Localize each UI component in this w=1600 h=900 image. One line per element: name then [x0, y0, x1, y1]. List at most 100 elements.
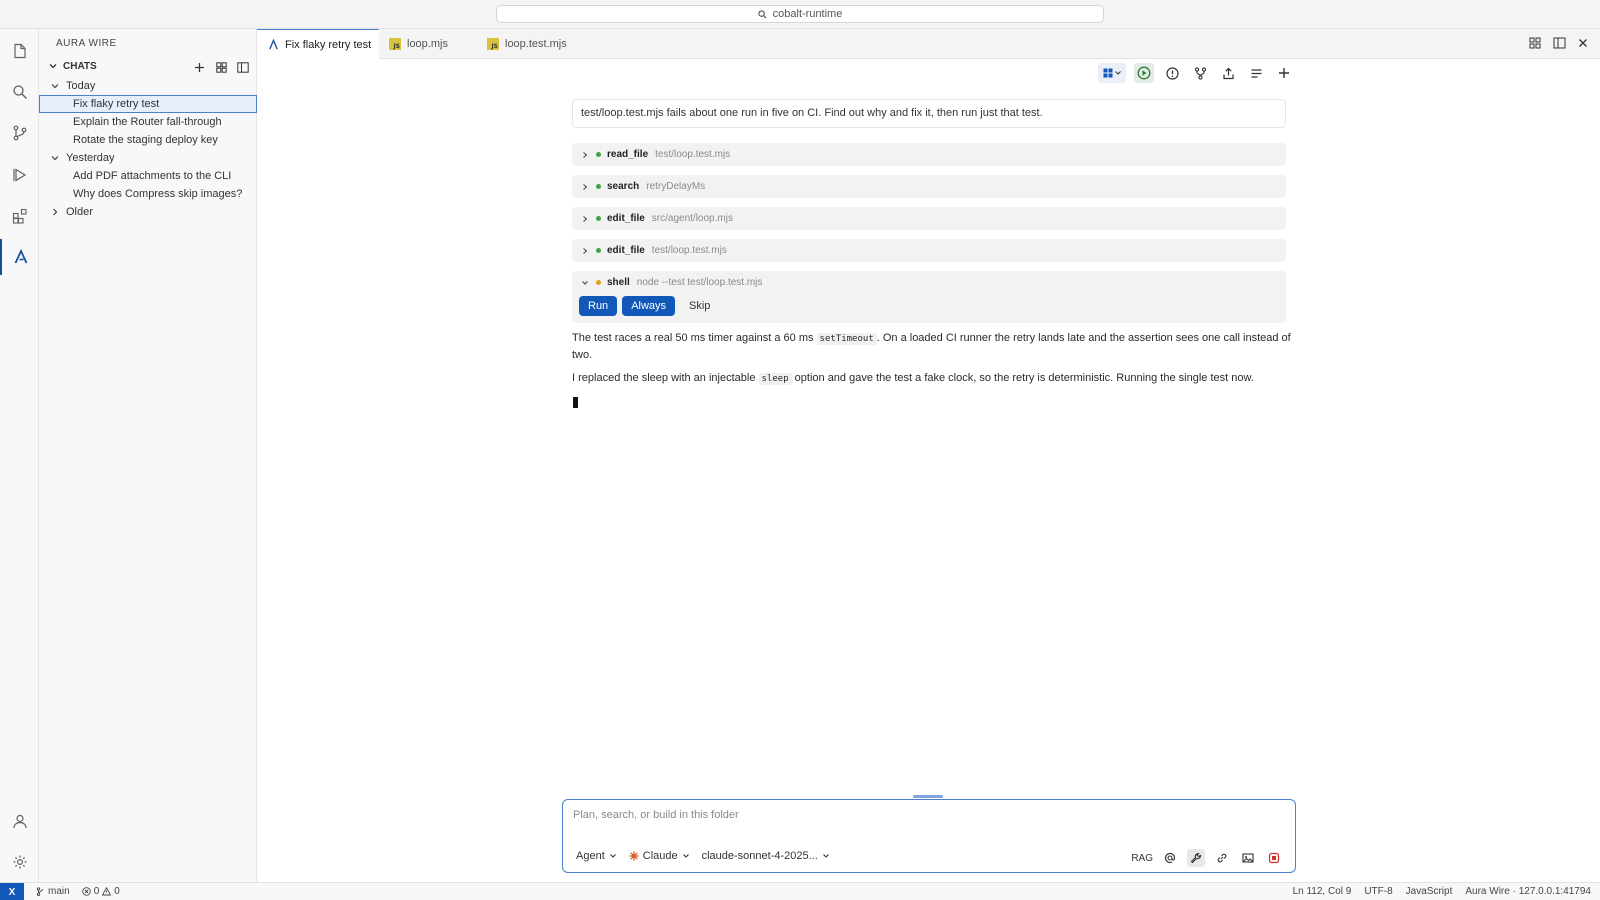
tool-call-read-file[interactable]: read_file test/loop.test.mjs [572, 143, 1286, 166]
chats-section-label: CHATS [63, 61, 97, 72]
chevron-down-icon [1114, 71, 1121, 75]
shell-header[interactable]: shell node --test test/loop.test.mjs [572, 271, 762, 294]
chat-toolbar [1098, 63, 1294, 83]
problems-indicator[interactable]: 0 0 [81, 886, 120, 897]
group-yesterday[interactable]: Yesterday [39, 149, 257, 167]
layout-grid-icon[interactable] [1528, 36, 1542, 50]
tool-arg: node --test test/loop.test.mjs [636, 277, 763, 288]
settings-gear-icon[interactable] [0, 844, 39, 880]
chat-item-pdf-attachments[interactable]: Add PDF attachments to the CLI [39, 167, 257, 185]
stop-icon[interactable] [1265, 849, 1283, 867]
source-control-icon[interactable] [0, 115, 39, 151]
chat-item-rotate-deploy-key[interactable]: Rotate the staging deploy key [39, 131, 257, 149]
aura-wire-icon[interactable] [0, 239, 39, 275]
chat-item-explain-router[interactable]: Explain the Router fall-through [39, 113, 257, 131]
tools-wrench-icon[interactable] [1187, 849, 1205, 867]
extensions-icon[interactable] [0, 198, 39, 234]
run-debug-icon[interactable] [0, 157, 39, 193]
tab-loop-mjs[interactable]: JS loop.mjs [379, 29, 477, 59]
chat-item-label: Fix flaky retry test [73, 98, 160, 110]
run-button[interactable]: Run [579, 296, 618, 316]
attach-link-icon[interactable] [1213, 849, 1231, 867]
tab-loop-test-mjs[interactable]: JS loop.test.mjs [477, 29, 587, 59]
tool-name: edit_file [607, 213, 645, 224]
error-count: 0 [93, 886, 100, 897]
toggle-panel-icon[interactable] [235, 59, 251, 75]
composer-input[interactable] [573, 809, 1273, 821]
chat-item-compress-skip-images[interactable]: Why does Compress skip images? [39, 185, 257, 203]
cursor-position[interactable]: Ln 112, Col 9 [1293, 886, 1352, 897]
status-bar: X main 0 0 Ln 112, Col 9 UTF-8 JavaScrip… [0, 882, 1600, 900]
status-dot-done [596, 216, 601, 221]
group-older[interactable]: Older [39, 203, 257, 221]
streaming-cursor [573, 397, 578, 408]
branch-indicator[interactable]: main [36, 886, 70, 897]
reply-text: option and gave the test a fake clock, s… [791, 372, 1254, 384]
editor-tabs: Fix flaky retry test JS loop.mjs JS loop… [257, 29, 1600, 59]
layout-grid-icon [1103, 68, 1112, 78]
chat-item-label: Rotate the staging deploy key [73, 134, 218, 146]
group-label: Yesterday [66, 152, 115, 164]
warning-count: 0 [114, 886, 120, 897]
status-dot-done [596, 152, 601, 157]
tab-label: loop.mjs [407, 38, 448, 50]
activity-bar [0, 29, 39, 882]
tool-call-edit-file-loop[interactable]: edit_file src/agent/loop.mjs [572, 207, 1286, 230]
tool-call-search[interactable]: search retryDelayMs [572, 175, 1286, 198]
resize-handle[interactable] [913, 795, 943, 798]
inline-code: sleep [758, 373, 792, 385]
chevron-down-icon [50, 81, 60, 91]
error-icon [81, 887, 91, 896]
chevron-down-icon [682, 854, 689, 858]
branch-fork-icon[interactable] [1190, 63, 1210, 83]
grid-view-icon[interactable] [213, 59, 229, 75]
view-mode-dropdown[interactable] [1098, 63, 1126, 83]
chats-section-header[interactable]: CHATS [39, 58, 257, 76]
rag-toggle[interactable]: RAG [1131, 849, 1153, 867]
split-editor-icon[interactable] [1552, 36, 1566, 50]
run-icon[interactable] [1134, 63, 1154, 83]
close-icon[interactable] [1576, 36, 1590, 50]
command-center-text: cobalt-runtime [772, 8, 843, 20]
mode-dropdown[interactable]: Agent [576, 850, 617, 862]
tool-call-shell: shell node --test test/loop.test.mjs Run… [572, 271, 1286, 323]
chevron-right-icon [583, 247, 588, 254]
chat-item-fix-flaky-retry-test[interactable]: Fix flaky retry test [39, 95, 257, 113]
chevron-right-icon [50, 207, 60, 217]
chevron-right-icon [583, 215, 588, 222]
sidebar-title: AURA WIRE [56, 38, 117, 49]
chat-item-label: Explain the Router fall-through [73, 116, 222, 128]
skip-button[interactable]: Skip [680, 296, 719, 316]
chat-sidebar: AURA WIRE CHATS Today Fix flaky retry te… [39, 29, 257, 882]
provider-dropdown[interactable]: Claude [629, 850, 690, 862]
info-icon[interactable] [1162, 63, 1182, 83]
server-status[interactable]: Aura Wire · 127.0.0.1:41794 [1465, 886, 1591, 897]
image-icon[interactable] [1239, 849, 1257, 867]
model-dropdown[interactable]: claude-sonnet-4-2025... [702, 850, 830, 862]
new-chat-plus-icon[interactable] [1274, 63, 1294, 83]
new-chat-plus-icon[interactable] [191, 59, 207, 75]
file-encoding[interactable]: UTF-8 [1364, 886, 1392, 897]
status-dot-done [596, 184, 601, 189]
remote-indicator[interactable]: X [0, 883, 24, 900]
js-file-icon: JS [389, 38, 401, 50]
group-label: Older [66, 206, 93, 218]
branch-name: main [48, 886, 70, 897]
command-center-search[interactable]: cobalt-runtime [496, 5, 1104, 23]
tool-name: read_file [607, 149, 649, 160]
always-button[interactable]: Always [622, 296, 676, 316]
user-message: test/loop.test.mjs fails about one run i… [572, 99, 1286, 128]
chevron-down-icon[interactable] [48, 61, 58, 71]
menu-lines-icon[interactable] [1246, 63, 1266, 83]
group-today[interactable]: Today [39, 77, 257, 95]
explorer-icon[interactable] [0, 33, 39, 69]
share-export-icon[interactable] [1218, 63, 1238, 83]
tool-call-edit-file-test[interactable]: edit_file test/loop.test.mjs [572, 239, 1286, 262]
tool-arg: retryDelayMs [646, 181, 706, 192]
aura-wire-icon [267, 39, 279, 51]
at-mention-icon[interactable] [1161, 849, 1179, 867]
account-icon[interactable] [0, 803, 39, 839]
language-mode[interactable]: JavaScript [1406, 886, 1453, 897]
search-view-icon[interactable] [0, 74, 39, 110]
tab-fix-flaky-retry-test[interactable]: Fix flaky retry test [257, 29, 379, 59]
